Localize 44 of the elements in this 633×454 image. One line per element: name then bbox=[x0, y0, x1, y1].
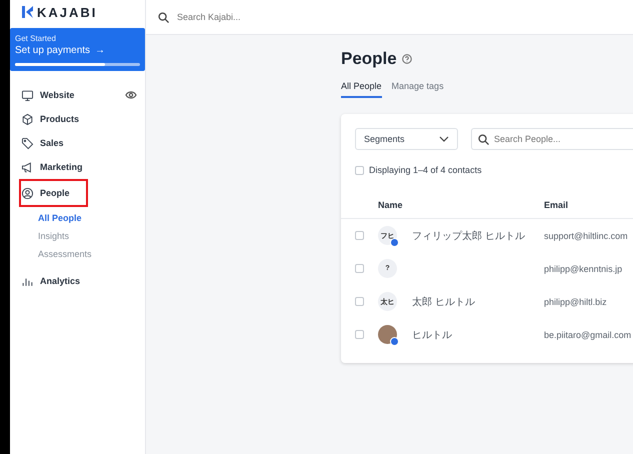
megaphone-icon bbox=[21, 160, 34, 174]
name-cell-text: ヒルトル bbox=[412, 328, 453, 342]
people-search-field[interactable]: Search People... bbox=[471, 128, 633, 150]
row-checkbox[interactable] bbox=[355, 264, 364, 273]
page-title: People bbox=[341, 49, 397, 69]
logo-icon bbox=[22, 6, 33, 18]
email-cell-text: support@hiltlinc.com bbox=[544, 230, 629, 240]
name-cell-text: 太郎 ヒルトル bbox=[412, 296, 476, 308]
banner-title: Set up payments bbox=[15, 45, 90, 56]
search-field[interactable]: Search Kajabi... bbox=[175, 11, 299, 23]
sidebar-item[interactable]: Website bbox=[19, 83, 82, 107]
email-cell-text: philipp@hiltl.biz bbox=[544, 296, 608, 306]
banner-kicker: Get Started bbox=[15, 34, 57, 43]
monitor-icon bbox=[21, 88, 34, 102]
checkbox[interactable] bbox=[355, 166, 364, 174]
name-cell-text: フィリップ太郎 ヒルトル bbox=[412, 230, 526, 242]
sidebar-item[interactable]: People bbox=[19, 179, 88, 207]
brand-name: KAJABI bbox=[37, 4, 98, 20]
help-icon[interactable] bbox=[402, 54, 412, 64]
sidebar-item[interactable]: Marketing bbox=[19, 155, 91, 179]
sidebar-subitem[interactable]: All People bbox=[38, 209, 82, 227]
search-icon bbox=[478, 134, 489, 144]
sidebar-item[interactable]: Products bbox=[19, 107, 88, 131]
row-checkbox[interactable] bbox=[355, 231, 364, 240]
contacts-count: Displaying 1–4 of 4 contacts bbox=[369, 165, 482, 175]
tab[interactable]: All People bbox=[341, 81, 382, 98]
tab[interactable]: Manage tags bbox=[392, 81, 444, 98]
email-cell-text: be.piitaro@gmail.com bbox=[544, 330, 632, 340]
tag-icon bbox=[21, 136, 34, 150]
email-cell-text: philipp@kenntnis.jp bbox=[544, 264, 624, 274]
setup-banner[interactable]: Get Started Set up payments → bbox=[10, 28, 145, 71]
box-icon bbox=[21, 112, 34, 126]
eye-icon[interactable] bbox=[125, 90, 137, 100]
row-checkbox[interactable] bbox=[355, 297, 364, 306]
column-header: Email bbox=[544, 200, 570, 210]
arrow-icon: → bbox=[95, 45, 106, 56]
sidebar-item[interactable]: Analytics bbox=[19, 269, 88, 293]
sidebar-item[interactable]: Sales bbox=[19, 131, 72, 155]
row-checkbox[interactable] bbox=[355, 330, 364, 339]
person-icon bbox=[21, 186, 34, 200]
caret-icon bbox=[439, 136, 449, 142]
column-header: Name bbox=[378, 200, 404, 210]
segments-dropdown[interactable]: Segments bbox=[355, 128, 458, 150]
search-icon bbox=[158, 12, 169, 22]
